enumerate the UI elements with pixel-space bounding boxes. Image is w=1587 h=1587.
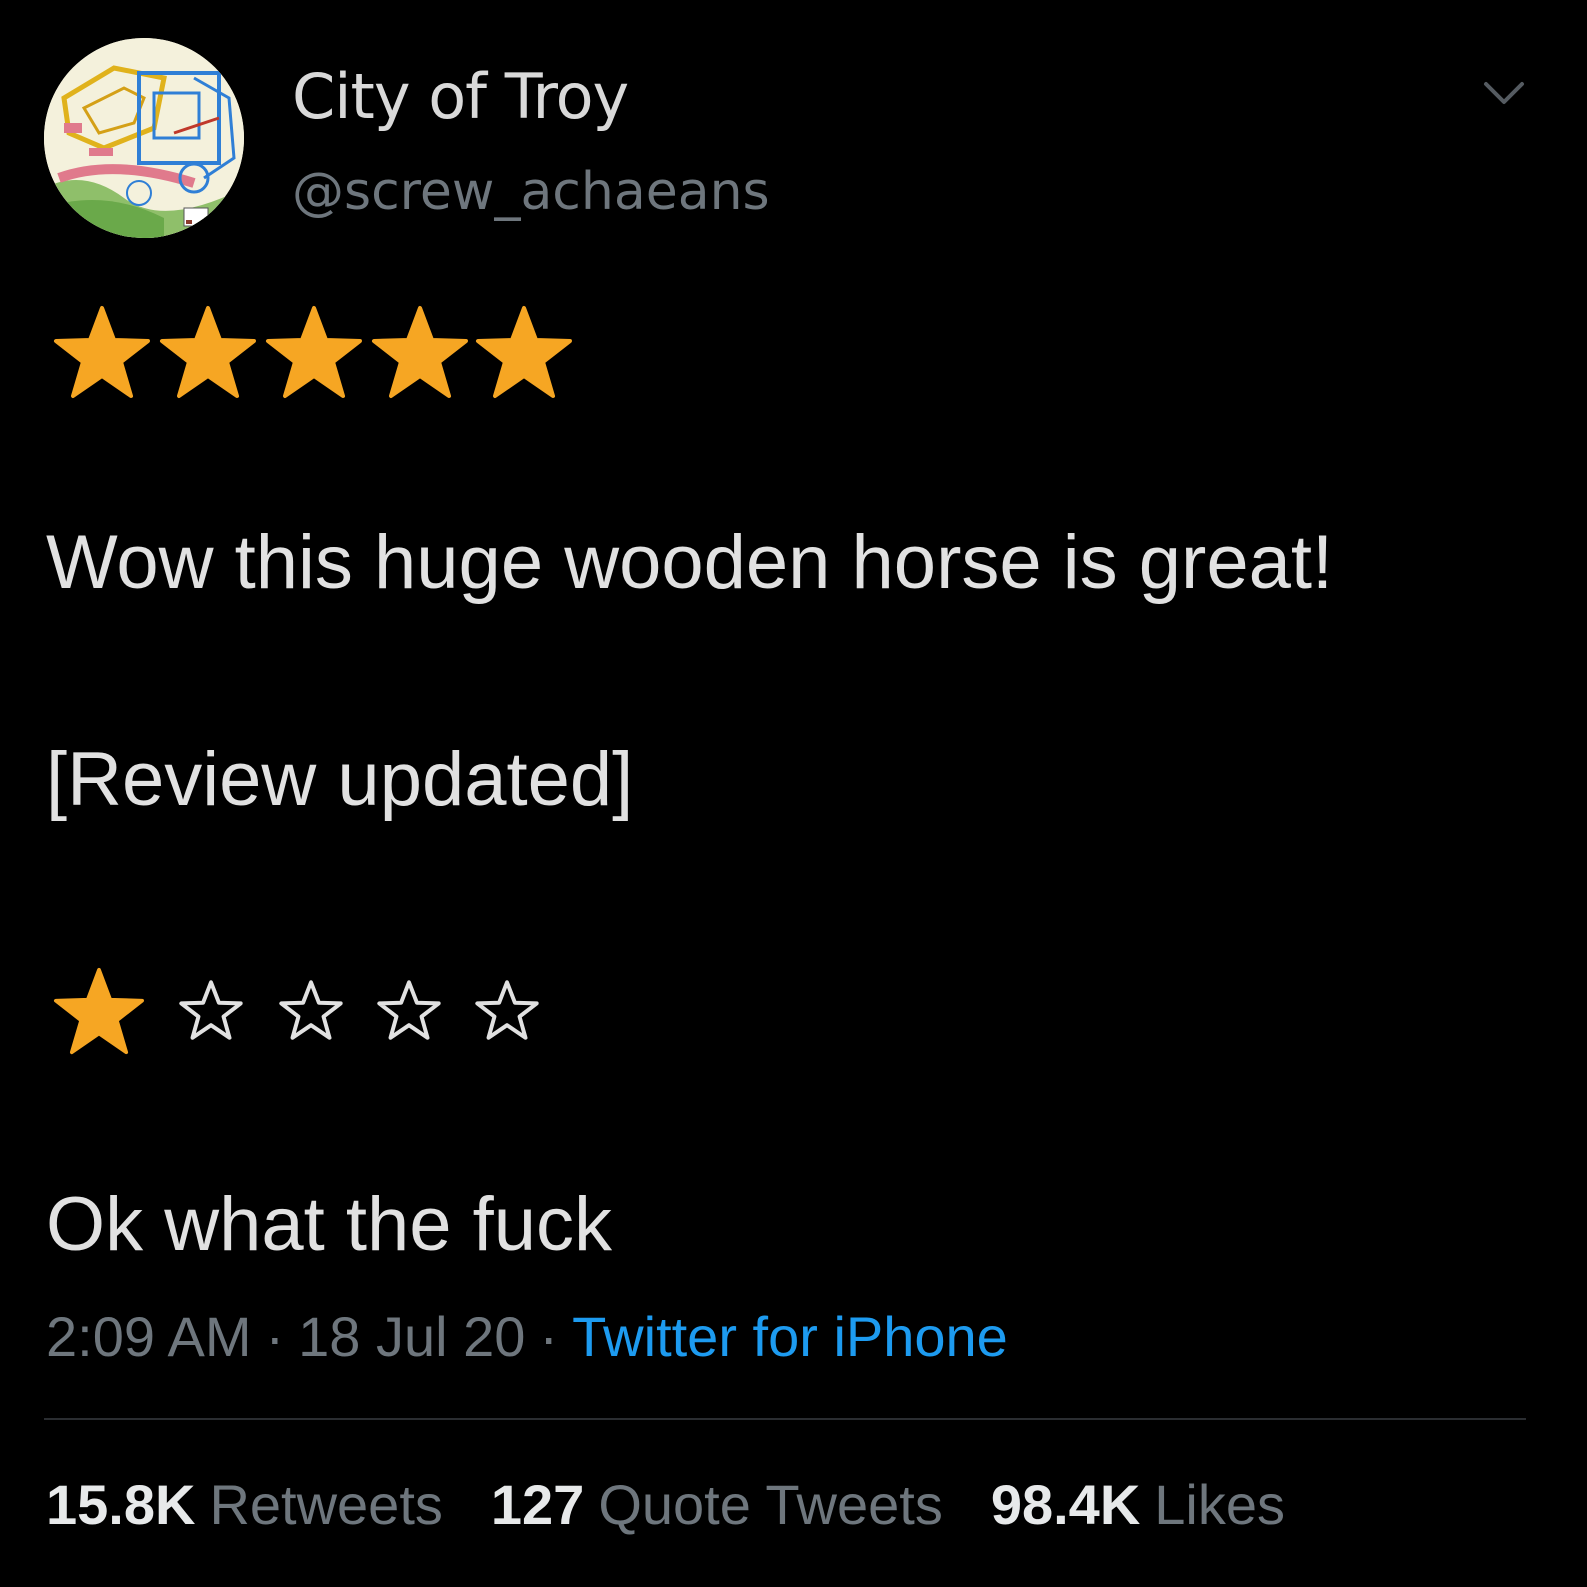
likes-count: 98.4K xyxy=(990,1473,1141,1536)
tweet-meta: 2:09 AM · 18 Jul 20 · Twitter for iPhone xyxy=(46,1302,1008,1372)
avatar[interactable] xyxy=(44,38,244,238)
star-icon xyxy=(54,967,144,1055)
star-outline-icon xyxy=(179,980,243,1040)
meta-separator: · xyxy=(265,1305,285,1368)
meta-separator: · xyxy=(539,1305,559,1368)
star-outline-icon xyxy=(377,980,441,1040)
display-name[interactable]: City of Troy xyxy=(292,60,629,134)
star-outline-icon xyxy=(475,980,539,1040)
tweet-time[interactable]: 2:09 AM xyxy=(46,1305,251,1368)
likes-label: Likes xyxy=(1154,1473,1285,1536)
star-icon xyxy=(476,306,572,398)
tweet-date[interactable]: 18 Jul 20 xyxy=(298,1305,525,1368)
chevron-down-icon[interactable] xyxy=(1482,78,1526,108)
star-icon xyxy=(160,306,256,398)
retweets-label: Retweets xyxy=(209,1473,443,1536)
star-icon xyxy=(372,306,468,398)
retweets-count: 15.8K xyxy=(46,1473,196,1536)
star-icon xyxy=(266,306,362,398)
retweets-stat[interactable]: 15.8K Retweets xyxy=(46,1470,443,1540)
divider xyxy=(44,1418,1526,1420)
tweet-source-link[interactable]: Twitter for iPhone xyxy=(572,1305,1008,1368)
tweet-stats: 15.8K Retweets 127 Quote Tweets 98.4K Likes xyxy=(46,1470,1333,1540)
quote-tweets-label: Quote Tweets xyxy=(598,1473,943,1536)
tweet-text-line-2: [Review updated] xyxy=(46,737,634,822)
quote-tweets-count: 127 xyxy=(490,1473,585,1536)
user-handle[interactable]: @screw_achaeans xyxy=(292,160,770,224)
quote-tweets-stat[interactable]: 127 Quote Tweets xyxy=(491,1470,943,1540)
tweet-text-line-1: Wow this huge wooden horse is great! xyxy=(46,520,1334,605)
likes-stat[interactable]: 98.4K Likes xyxy=(991,1470,1285,1540)
star-outline-icon xyxy=(279,980,343,1040)
troy-site-map-avatar xyxy=(44,38,244,238)
star-icon xyxy=(54,306,150,398)
tweet-text-line-3: Ok what the fuck xyxy=(46,1182,613,1267)
tweet: City of Troy @screw_achaeans Wow this hu… xyxy=(0,0,1587,1587)
